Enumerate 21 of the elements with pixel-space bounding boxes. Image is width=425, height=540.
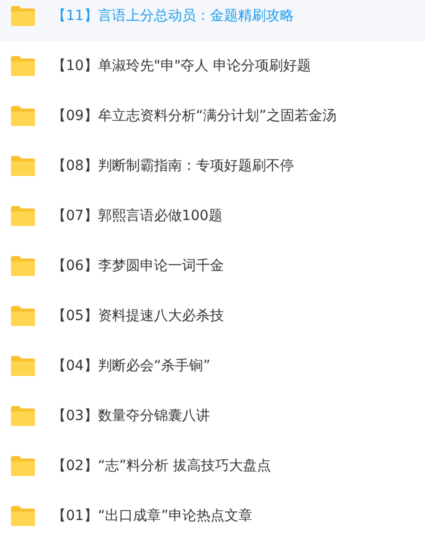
folder-name[interactable]: 【05】资料提速八大必杀技 <box>52 307 224 325</box>
folder-name[interactable]: 【04】判断必会“杀手锏” <box>52 357 210 375</box>
folder-name[interactable]: 【06】李梦圆申论一词千金 <box>52 257 224 275</box>
folder-icon <box>10 105 36 127</box>
folder-name[interactable]: 【03】数量夺分锦囊八讲 <box>52 407 210 425</box>
folder-icon <box>10 5 36 27</box>
folder-icon <box>10 455 36 477</box>
folder-icon <box>10 505 36 527</box>
folder-icon <box>10 355 36 377</box>
folder-icon <box>10 255 36 277</box>
folder-icon <box>10 205 36 227</box>
folder-icon <box>10 155 36 177</box>
folder-icon <box>10 55 36 77</box>
folder-name[interactable]: 【07】郭熙言语必做100题 <box>52 207 223 225</box>
folder-icon <box>10 405 36 427</box>
folder-name[interactable]: 【01】“出口成章”申论热点文章 <box>52 507 252 525</box>
folder-name[interactable]: 【09】牟立志资料分析“满分计划”之固若金汤 <box>52 107 336 125</box>
folder-name[interactable]: 【02】“志”料分析 拔高技巧大盘点 <box>52 457 271 475</box>
folder-icon <box>10 305 36 327</box>
folder-name[interactable]: 【08】判断制霸指南：专项好题刷不停 <box>52 157 294 175</box>
folder-name[interactable]: 【10】单淑玲先"申"夺人 申论分项刷好题 <box>52 57 312 75</box>
